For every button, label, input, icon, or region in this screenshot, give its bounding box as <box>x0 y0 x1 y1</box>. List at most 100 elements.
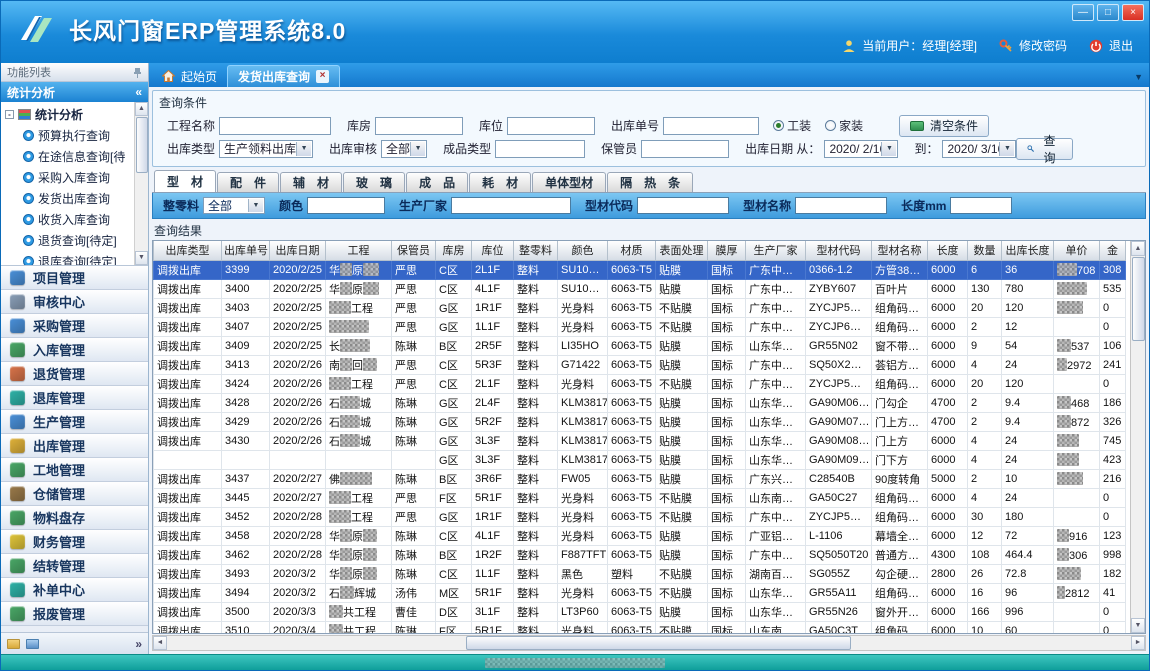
sidebar-item-return-goods-mgmt[interactable]: 退货管理 <box>1 362 148 386</box>
sidebar-item-production-mgmt[interactable]: 生产管理 <box>1 410 148 434</box>
material-tab-7[interactable]: 隔 热 条 <box>607 172 693 192</box>
table-row[interactable]: 调拨出库34292020/2/26石城陈琳G区5R2F整料KLM38176063… <box>154 412 1126 431</box>
column-header[interactable]: 库位 <box>472 241 514 260</box>
column-header[interactable]: 数量 <box>968 241 1002 260</box>
more-panels-icon[interactable]: » <box>135 637 142 651</box>
column-header[interactable]: 单价 <box>1054 241 1100 260</box>
date-from-select[interactable]: 2020/ 2/16 <box>824 140 898 158</box>
column-header[interactable]: 长度 <box>928 241 968 260</box>
scrollbar-thumb[interactable] <box>466 636 852 650</box>
location-input[interactable] <box>507 117 595 135</box>
close-tab-icon[interactable]: × <box>316 70 329 83</box>
sidebar-section-header[interactable]: 统计分析 « <box>1 82 148 102</box>
project-name-input[interactable] <box>219 117 331 135</box>
table-row[interactable]: 调拨出库34002020/2/25华原严思C区4L1F整料SU10…6063-T… <box>154 279 1126 298</box>
scroll-down-icon[interactable]: ▼ <box>1131 618 1145 633</box>
sidebar-item-purchase-mgmt[interactable]: 采购管理 <box>1 314 148 338</box>
column-header[interactable]: 生产厂家 <box>746 241 806 260</box>
sidebar-item-scrap-mgmt[interactable]: 报废管理 <box>1 602 148 626</box>
column-header[interactable]: 出库日期 <box>270 241 326 260</box>
table-row[interactable]: 调拨出库34132020/2/26南回严思C区5R3F整料G714226063-… <box>154 355 1126 374</box>
scroll-up-icon[interactable]: ▲ <box>135 102 148 116</box>
pin-icon[interactable] <box>133 67 142 78</box>
table-row[interactable]: 调拨出库34932020/3/2华原陈琳C区1L1F整料黑色塑料不贴膜国标湖南百… <box>154 564 1126 583</box>
column-header[interactable]: 库房 <box>436 241 472 260</box>
table-row[interactable]: 调拨出库34282020/2/26石城陈琳G区2L4F整料KLM38176063… <box>154 393 1126 412</box>
scroll-right-icon[interactable]: ► <box>1131 636 1145 650</box>
column-header[interactable]: 膜厚 <box>708 241 746 260</box>
clear-conditions-button[interactable]: 清空条件 <box>899 115 989 137</box>
table-row[interactable]: 调拨出库34942020/3/2石辉城汤伟M区5R1F整料光身料6063-T5不… <box>154 583 1126 602</box>
column-header[interactable]: 颜色 <box>558 241 608 260</box>
length-input[interactable] <box>950 197 1012 214</box>
color-input[interactable] <box>307 197 385 214</box>
expander-icon[interactable]: - <box>5 110 14 119</box>
tree-scrollbar[interactable]: ▲ ▼ <box>134 102 148 265</box>
scroll-down-icon[interactable]: ▼ <box>135 251 148 265</box>
sidebar-item-return-stock-mgmt[interactable]: 退库管理 <box>1 386 148 410</box>
table-vertical-scrollbar[interactable]: ▲ ▼ <box>1130 241 1145 633</box>
sidebar-item-site-mgmt[interactable]: 工地管理 <box>1 458 148 482</box>
logout-link[interactable]: 退出 <box>1109 37 1133 54</box>
material-tab-1[interactable]: 配 件 <box>217 172 279 192</box>
close-button[interactable]: × <box>1122 4 1144 21</box>
outbound-type-select[interactable]: 生产领料出库 <box>219 140 313 158</box>
material-tab-3[interactable]: 玻 璃 <box>343 172 405 192</box>
monitor-icon[interactable] <box>26 639 39 649</box>
keeper-input[interactable] <box>641 140 729 158</box>
table-row[interactable]: 调拨出库34072020/2/25严思G区1L1F整料光身料6063-T5不贴膜… <box>154 317 1126 336</box>
scroll-up-icon[interactable]: ▲ <box>1131 241 1145 256</box>
profile-code-input[interactable] <box>637 197 729 214</box>
minimize-button[interactable]: — <box>1072 4 1094 21</box>
order-no-input[interactable] <box>663 117 759 135</box>
tree-item[interactable]: 退货查询[待定] <box>5 230 134 251</box>
column-header[interactable]: 整零料 <box>514 241 558 260</box>
sidebar-item-outbound-mgmt[interactable]: 出库管理 <box>1 434 148 458</box>
jiazhuang-radio[interactable] <box>825 120 836 131</box>
scroll-left-icon[interactable]: ◄ <box>153 636 167 650</box>
column-header[interactable]: 保管员 <box>392 241 436 260</box>
whole-part-select[interactable]: 全部 <box>203 197 265 214</box>
product-type-input[interactable] <box>495 140 585 158</box>
change-password-link[interactable]: 修改密码 <box>1019 37 1067 54</box>
table-row[interactable]: G区3L3F整料KLM38176063-T5贴膜国标山东华…GA90M09…门下… <box>154 450 1126 469</box>
table-row[interactable]: 调拨出库33992020/2/25华原严思C区2L1F整料SU10…6063-T… <box>154 260 1126 279</box>
material-tab-6[interactable]: 单体型材 <box>532 172 606 192</box>
scrollbar-track[interactable] <box>167 636 1131 650</box>
material-tab-4[interactable]: 成 品 <box>406 172 468 192</box>
table-row[interactable]: 调拨出库34622020/2/28华原陈琳B区1R2F整料F887TFT6063… <box>154 545 1126 564</box>
search-button[interactable]: 查 询 <box>1016 138 1073 160</box>
profile-name-input[interactable] <box>795 197 887 214</box>
column-header[interactable]: 表面处理 <box>656 241 708 260</box>
column-header[interactable]: 出库单号 <box>222 241 270 260</box>
table-row[interactable]: 调拨出库34242020/2/26工程严思C区2L1F整料光身料6063-T5不… <box>154 374 1126 393</box>
tree-item[interactable]: -统计分析 <box>5 104 134 125</box>
column-header[interactable]: 出库类型 <box>154 241 222 260</box>
sidebar-item-material-inventory[interactable]: 物料盘存 <box>1 506 148 530</box>
material-tab-5[interactable]: 耗 材 <box>469 172 531 192</box>
scrollbar-thumb[interactable] <box>1132 257 1145 341</box>
scrollbar-thumb[interactable] <box>136 117 148 173</box>
tab-home[interactable]: 起始页 <box>152 65 227 87</box>
tree-item[interactable]: 退库查询[待定] <box>5 251 134 265</box>
maximize-button[interactable]: □ <box>1097 4 1119 21</box>
warehouse-input[interactable] <box>375 117 463 135</box>
table-row[interactable]: 调拨出库34372020/2/27佛陈琳B区3R6F整料FW056063-T5贴… <box>154 469 1126 488</box>
folder-icon[interactable] <box>7 639 20 649</box>
table-row[interactable]: 调拨出库35102020/3/4共工程陈琳F区5R1F整料光身料6063-T5不… <box>154 621 1126 634</box>
outbound-audit-select[interactable]: 全部 <box>381 140 427 158</box>
column-header[interactable]: 工程 <box>326 241 392 260</box>
table-row[interactable]: 调拨出库34582020/2/28华原陈琳C区4L1F整料光身料6063-T5贴… <box>154 526 1126 545</box>
tree-item[interactable]: 发货出库查询 <box>5 188 134 209</box>
table-horizontal-scrollbar[interactable]: ◄ ► <box>152 635 1146 651</box>
collapse-icon[interactable]: « <box>135 85 142 99</box>
tree-item[interactable]: 采购入库查询 <box>5 167 134 188</box>
column-header[interactable]: 型材代码 <box>806 241 872 260</box>
sidebar-item-carryover-mgmt[interactable]: 结转管理 <box>1 554 148 578</box>
table-row[interactable]: 调拨出库34522020/2/28工程严思G区1R1F整料光身料6063-T5不… <box>154 507 1126 526</box>
sidebar-item-audit-center[interactable]: 审核中心 <box>1 290 148 314</box>
material-tab-2[interactable]: 辅 材 <box>280 172 342 192</box>
date-to-select[interactable]: 2020/ 3/16 <box>942 140 1016 158</box>
tree-item[interactable]: 收货入库查询 <box>5 209 134 230</box>
column-header[interactable]: 材质 <box>608 241 656 260</box>
